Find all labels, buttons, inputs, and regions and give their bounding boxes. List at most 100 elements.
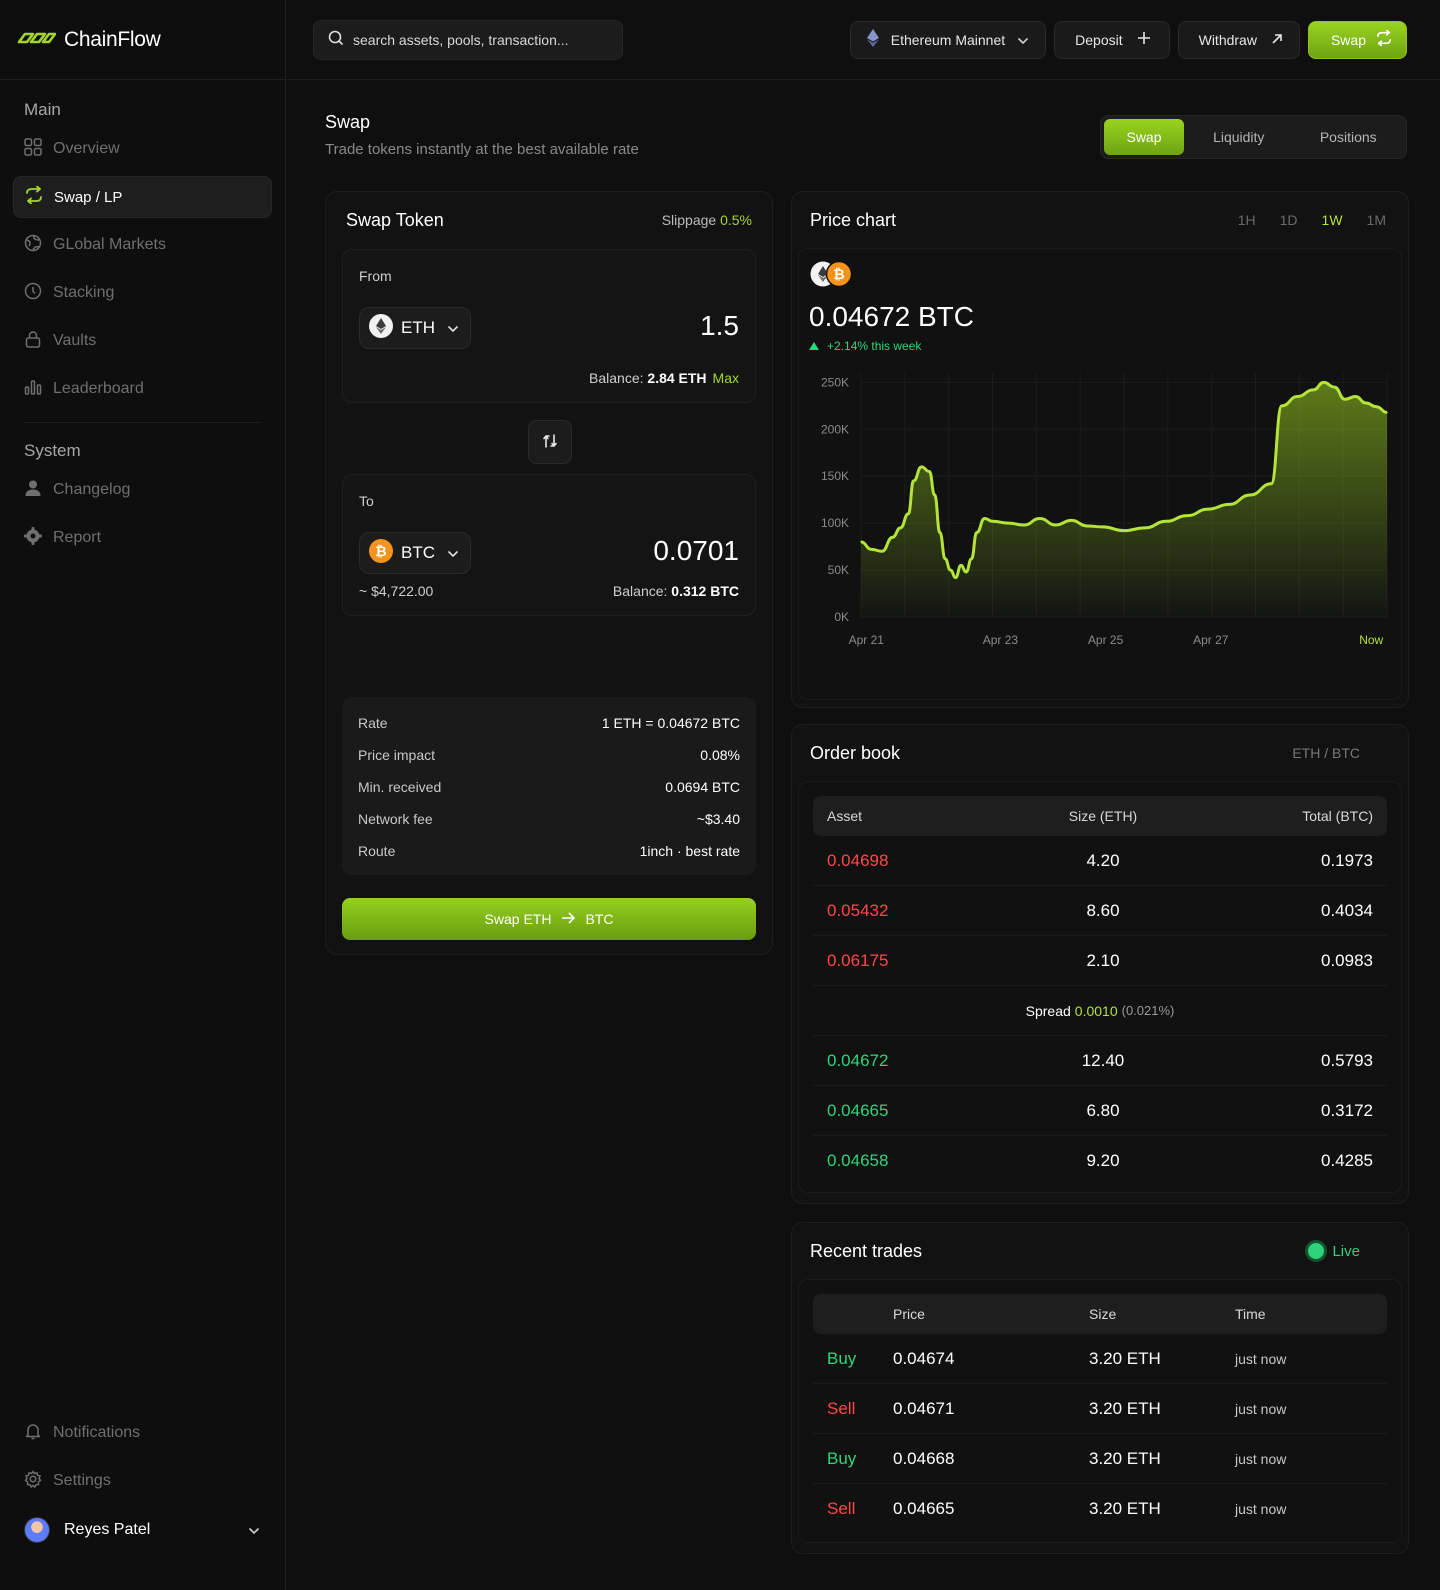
order-book-table: Asset Size (ETH) Total (BTC) 0.04698 4.20… [798,781,1402,1193]
from-balance-label: Balance: [589,370,644,386]
ask-size: 8.60 [1086,900,1120,920]
chart-point [1365,402,1367,404]
chart-point [1186,514,1188,517]
user-icon [24,479,42,502]
from-amount-input[interactable]: 1.5 [700,310,739,342]
trade-row[interactable]: Sell 0.04665 3.20 ETH just now [813,1484,1387,1534]
bell-icon [24,1422,42,1445]
nav-item-report[interactable]: Report [13,517,272,559]
nav-item-changelog[interactable]: Changelog [13,469,272,511]
nav-item-stacking[interactable]: Stacking [13,272,272,314]
user-menu[interactable]: Reyes Patel [13,1510,272,1550]
detail-key: Price impact [358,747,436,763]
column-header: Size (ETH) [1068,808,1138,824]
tab-swap[interactable]: Swap [1104,119,1184,155]
chart-point [891,536,894,539]
swap-label: Swap [1330,31,1366,48]
to-token-selector[interactable]: ₿ BTC [359,532,471,574]
triangle-up-icon [809,339,819,353]
chart-point [1070,519,1073,522]
column-header: Total (BTC) [1302,808,1373,824]
nav-item-settings[interactable]: Settings [13,1460,272,1502]
chart-point [960,564,962,567]
from-label: From [359,268,392,284]
from-token-symbol: ETH [401,318,435,337]
swap-button[interactable]: Swap [1307,20,1407,59]
order-book-card: Order book ETH / BTC Asset Size (ETH) To… [791,724,1409,1204]
from-balance: Balance: 2.84 ETH Max [589,370,739,386]
ask-row[interactable]: 0.06175 2.10 0.0983 [813,936,1387,986]
ask-row[interactable]: 0.05432 8.60 0.4034 [813,886,1387,936]
trade-row[interactable]: Sell 0.04671 3.20 ETH just now [813,1384,1387,1434]
timeframe-selector: 1H 1D 1W 1M [1238,212,1386,228]
flip-tokens-button[interactable] [528,420,572,464]
network-selector[interactable]: Ethereum Mainnet [849,20,1047,59]
detail-row-price-impact: Price impact 0.08% [358,739,740,771]
trade-row[interactable]: Buy 0.04668 3.20 ETH just now [813,1434,1387,1484]
price-chart-card: Price chart 1H 1D 1W 1M ₿ 0.04672 BTC +2… [791,191,1409,708]
timeframe-1d[interactable]: 1D [1280,212,1298,228]
bid-row[interactable]: 0.04665 6.80 0.3172 [813,1086,1387,1136]
from-token-selector[interactable]: ETH [359,307,471,349]
column-header: Size [1089,1306,1117,1322]
chart-point [939,531,941,534]
nav-item-notifications[interactable]: Notifications [13,1412,272,1454]
nav-item-label: Stacking [53,284,115,301]
price-chart-panel: ₿ 0.04672 BTC +2.14% this week 250K 200K 1… [798,248,1402,700]
timeframe-1m[interactable]: 1M [1367,212,1386,228]
deposit-button[interactable]: Deposit [1054,20,1170,59]
timeframe-1w[interactable]: 1W [1322,212,1343,228]
ask-size: 4.20 [1086,850,1120,870]
trade-time: just now [1235,1350,1287,1367]
ask-total: 0.0983 [1321,950,1373,970]
confirm-swap-button[interactable]: Swap ETH BTC [342,898,756,940]
from-box: From ETH 1.5 Balance: 2.84 ETH Max [342,249,756,403]
chart-point [1354,395,1357,398]
page-tabs: Swap Liquidity Positions [1100,115,1407,159]
to-usd-value: ~ $4,722.00 [359,583,434,599]
withdraw-button[interactable]: Withdraw [1177,20,1300,59]
slippage-setting[interactable]: Slippage 0.5% [662,212,752,228]
tab-positions[interactable]: Positions [1294,119,1404,155]
search-input[interactable]: search assets, pools, transaction... [313,19,623,60]
ask-row[interactable]: 0.04698 4.20 0.1973 [813,836,1387,886]
nav-item-leaderboard[interactable]: Leaderboard [13,368,272,410]
trade-side: Sell [827,1398,856,1418]
bid-price: 0.04665 [827,1100,889,1120]
trade-price: 0.04674 [893,1348,955,1368]
chevron-down-icon [447,318,459,338]
price-chart[interactable]: 250K 200K 150K 100K 50K 0KApr 21 Apr 23 Apr 25 A… [799,359,1403,699]
chart-point [907,512,910,515]
timeframe-1h[interactable]: 1H [1238,212,1256,228]
nav-item-label: Leaderboard [53,380,144,397]
tab-liquidity[interactable]: Liquidity [1184,119,1294,155]
order-book-title: Order book [810,742,901,763]
clock-coin-icon [24,282,42,305]
nav-item-global-markets[interactable]: GLobal Markets [13,224,272,266]
to-label: To [359,493,374,509]
globe-icon [24,234,42,257]
chart-point [1228,503,1230,506]
current-price: 0.04672 BTC [809,301,974,332]
chart-point [912,480,915,482]
bid-row[interactable]: 0.04658 9.20 0.4285 [813,1136,1387,1186]
grid-icon [24,137,42,161]
nav-item-label: Settings [53,1472,111,1489]
bid-row[interactable]: 0.04672 12.40 0.5793 [813,1036,1387,1086]
bid-price: 0.04658 [827,1151,889,1170]
x-tick-label: Apr 23 [983,633,1019,647]
trade-time: just now [1235,1450,1287,1467]
chart-point [1102,526,1104,528]
settings-icon [24,1469,42,1493]
max-button[interactable]: Max [713,370,739,386]
trade-row[interactable]: Buy 0.04674 3.20 ETH just now [813,1334,1387,1384]
detail-row-route: Route 1inch · best rate [358,835,740,867]
nav-item-vaults[interactable]: Vaults [13,320,272,362]
y-tick-label: 100K [821,516,849,530]
bid-size: 12.40 [1081,1050,1125,1070]
nav-item-swap-lp[interactable]: Swap / LP [13,176,272,218]
nav-item-overview[interactable]: Overview [13,128,272,170]
brand[interactable]: ChainFlow [0,0,285,80]
detail-value: 1 ETH = 0.04672 BTC [601,715,740,731]
cog-icon [24,526,42,550]
